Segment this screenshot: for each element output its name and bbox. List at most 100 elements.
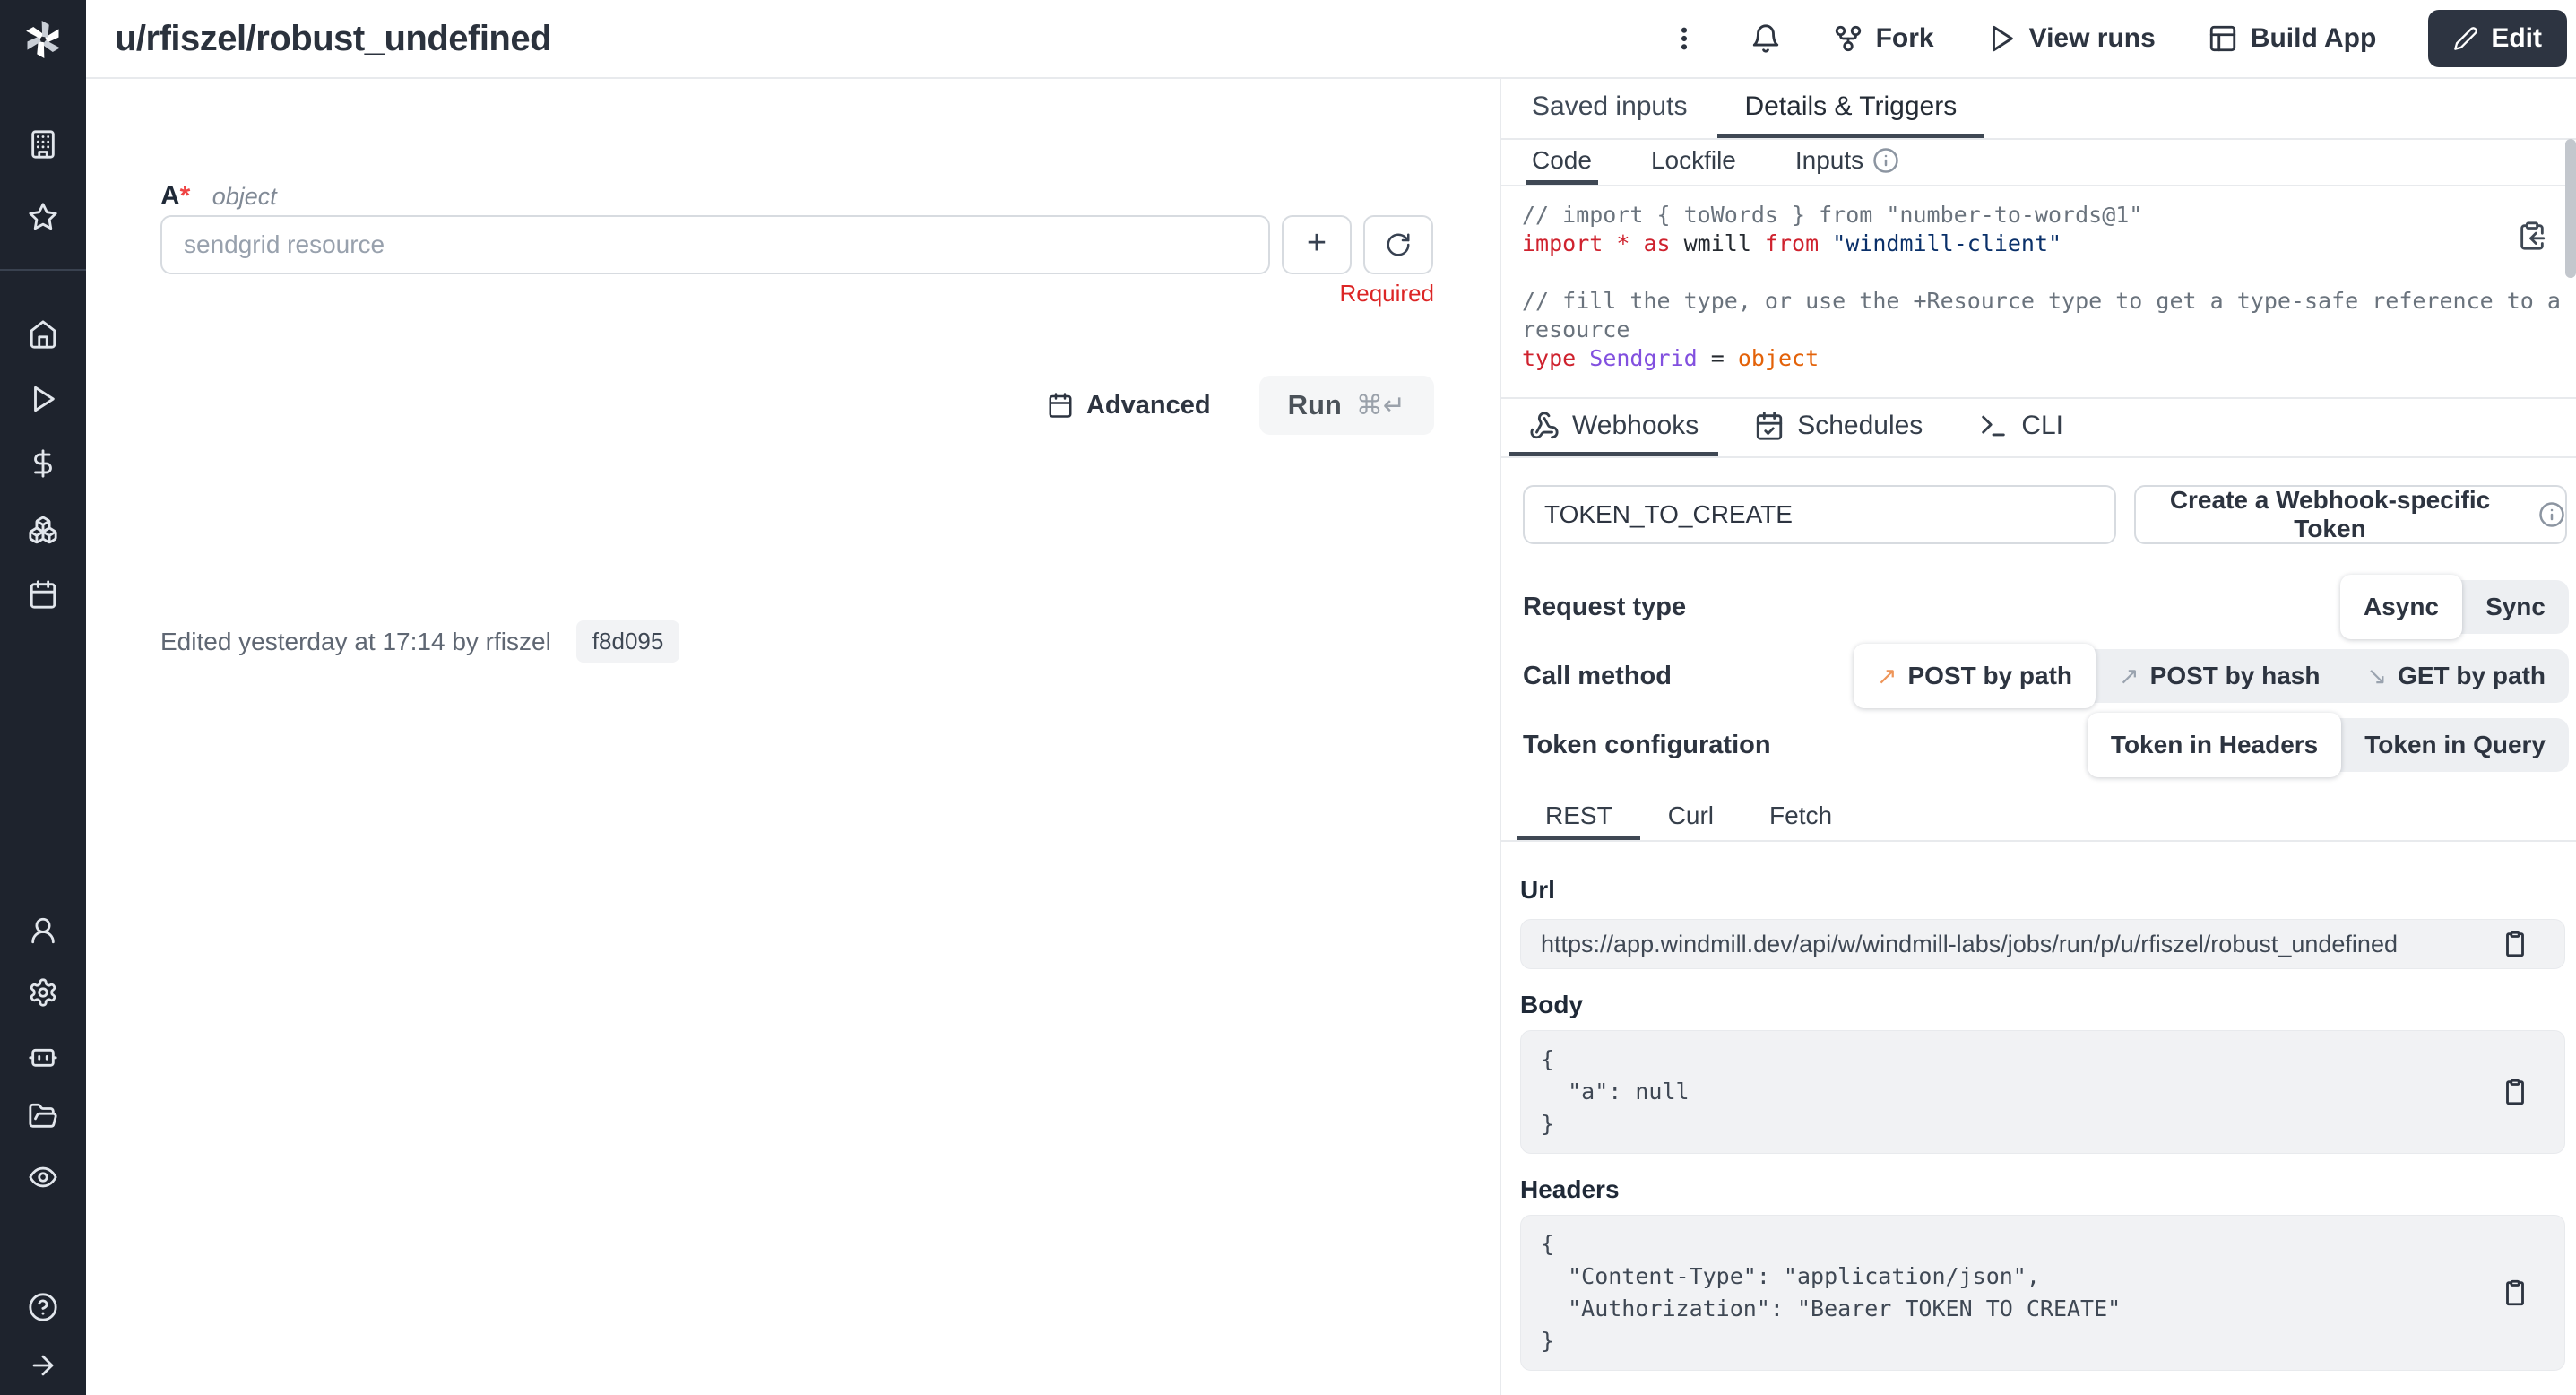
option-sync[interactable]: Sync bbox=[2462, 580, 2569, 634]
required-star: * bbox=[180, 181, 191, 211]
sidebar-item-audit[interactable] bbox=[28, 1162, 58, 1192]
user-icon bbox=[28, 915, 58, 946]
edited-row: Edited yesterday at 17:14 by rfiszel f8d… bbox=[160, 620, 679, 663]
tab-lockfile[interactable]: Lockfile bbox=[1645, 140, 1742, 185]
sidebar-item-workers[interactable] bbox=[28, 1040, 58, 1070]
sidebar-item-folders[interactable] bbox=[28, 1101, 58, 1131]
tab-webhooks[interactable]: Webhooks bbox=[1509, 399, 1718, 456]
advanced-button[interactable]: Advanced bbox=[1047, 391, 1211, 420]
tab-inputs[interactable]: Inputs bbox=[1789, 140, 1906, 185]
buildings-icon bbox=[28, 129, 58, 160]
sidebar-item-settings[interactable] bbox=[28, 977, 58, 1008]
headers-box: { "Content-Type": "application/json", "A… bbox=[1520, 1215, 2565, 1371]
field-name: A bbox=[160, 181, 180, 211]
schedules-label: Schedules bbox=[1797, 411, 1923, 441]
webhooks-label: Webhooks bbox=[1572, 411, 1699, 441]
sidebar-item-variables[interactable] bbox=[28, 448, 58, 479]
view-runs-button[interactable]: View runs bbox=[1986, 23, 2156, 54]
run-label: Run bbox=[1288, 389, 1342, 421]
run-button[interactable]: Run ⌘↵ bbox=[1259, 376, 1434, 435]
copy-url-icon[interactable] bbox=[2500, 929, 2530, 959]
gear-icon bbox=[28, 977, 58, 1008]
windmill-logo-icon[interactable] bbox=[18, 14, 68, 65]
page-title: u/rfiszel/robust_undefined bbox=[115, 19, 551, 59]
topbar: u/rfiszel/robust_undefined Fork View run… bbox=[86, 0, 2576, 79]
add-resource-button[interactable]: + bbox=[1282, 215, 1352, 274]
refresh-icon bbox=[1385, 231, 1412, 258]
token-input[interactable] bbox=[1523, 485, 2116, 544]
info-icon[interactable] bbox=[2538, 501, 2565, 528]
edit-button[interactable]: Edit bbox=[2428, 10, 2567, 67]
url-label: Url bbox=[1520, 876, 2576, 905]
run-form: A* object + Required Advanced Run ⌘↵ Edi… bbox=[86, 81, 1500, 1395]
sidebar-item-collapse[interactable] bbox=[28, 1350, 58, 1381]
tab-rest[interactable]: REST bbox=[1517, 795, 1640, 840]
bell-icon[interactable] bbox=[1750, 23, 1781, 54]
panel-scrollbar[interactable] bbox=[2565, 139, 2576, 278]
body-box: { "a": null } bbox=[1520, 1030, 2565, 1154]
option-token-in-query[interactable]: Token in Query bbox=[2341, 718, 2569, 772]
tab-saved-inputs[interactable]: Saved inputs bbox=[1505, 79, 1714, 138]
token-config-label: Token configuration bbox=[1523, 731, 1771, 760]
view-runs-label: View runs bbox=[2029, 23, 2156, 54]
sidebar-item-schedules[interactable] bbox=[28, 579, 58, 610]
tab-cli[interactable]: CLI bbox=[1958, 399, 2083, 456]
token-config-row: Token configuration Token in Headers Tok… bbox=[1523, 713, 2569, 777]
headers-label: Headers bbox=[1520, 1175, 2576, 1204]
tab-schedules[interactable]: Schedules bbox=[1734, 399, 1942, 456]
more-vertical-icon[interactable] bbox=[1670, 24, 1699, 53]
git-fork-icon bbox=[1833, 23, 1863, 54]
headers-line: "Content-Type": "application/json", bbox=[1541, 1261, 2545, 1293]
copy-code-icon[interactable] bbox=[2517, 221, 2547, 251]
tab-code[interactable]: Code bbox=[1526, 140, 1598, 185]
tab-curl[interactable]: Curl bbox=[1640, 795, 1742, 840]
option-post-by-hash[interactable]: ↗ POST by hash bbox=[2096, 649, 2343, 703]
sidebar-item-workspace[interactable] bbox=[28, 129, 58, 160]
tab-fetch[interactable]: Fetch bbox=[1742, 795, 1860, 840]
details-panel: Saved inputs Details & Triggers Code Loc… bbox=[1500, 79, 2576, 1395]
edited-text: Edited yesterday at 17:14 by rfiszel bbox=[160, 628, 551, 656]
tab-inputs-label: Inputs bbox=[1795, 146, 1863, 175]
call-method-row: Call method ↗ POST by path ↗ POST by has… bbox=[1523, 644, 2569, 708]
build-app-button[interactable]: Build App bbox=[2208, 23, 2377, 54]
field-type: object bbox=[212, 183, 277, 210]
request-type-row: Request type Async Sync bbox=[1523, 575, 2569, 639]
calendar-icon bbox=[28, 579, 58, 610]
sidebar-item-runs[interactable] bbox=[28, 384, 58, 414]
sidebar-item-favorites[interactable] bbox=[28, 202, 58, 232]
topbar-actions: Fork View runs Build App Edit bbox=[1670, 10, 2567, 67]
required-message: Required bbox=[160, 280, 1434, 308]
hash-badge[interactable]: f8d095 bbox=[576, 620, 680, 663]
field-label: A* object bbox=[160, 181, 277, 212]
sidebar-item-users[interactable] bbox=[28, 915, 58, 946]
create-webhook-token-button[interactable]: Create a Webhook-specific Token bbox=[2134, 485, 2567, 544]
cmd-return-shortcut: ⌘↵ bbox=[1356, 390, 1405, 421]
option-get-by-path[interactable]: ↘ GET by path bbox=[2343, 649, 2569, 703]
code-tabs: Code Lockfile Inputs bbox=[1501, 140, 2576, 186]
form-actions: Advanced Run ⌘↵ bbox=[160, 376, 1434, 435]
headers-line: } bbox=[1541, 1325, 2545, 1357]
copy-headers-icon[interactable] bbox=[2500, 1278, 2530, 1308]
refresh-button[interactable] bbox=[1363, 215, 1433, 274]
fork-button[interactable]: Fork bbox=[1833, 23, 1934, 54]
sidebar-item-resources[interactable] bbox=[28, 515, 58, 545]
option-post-by-path[interactable]: ↗ POST by path bbox=[1854, 644, 2096, 708]
get-by-path-label: GET by path bbox=[2398, 662, 2546, 690]
sidebar-item-help[interactable] bbox=[28, 1292, 58, 1322]
option-token-in-headers[interactable]: Token in Headers bbox=[2088, 713, 2341, 777]
option-async[interactable]: Async bbox=[2340, 575, 2462, 639]
create-token-label: Create a Webhook-specific Token bbox=[2136, 486, 2524, 543]
info-icon[interactable] bbox=[1872, 147, 1899, 174]
argument-input-row: + bbox=[160, 215, 1434, 274]
arrow-right-icon bbox=[28, 1350, 58, 1381]
request-type-toggle: Async Sync bbox=[2340, 580, 2569, 634]
rest-tabs: REST Curl Fetch bbox=[1501, 795, 2576, 842]
request-type-label: Request type bbox=[1523, 593, 1686, 622]
tab-details-triggers[interactable]: Details & Triggers bbox=[1717, 79, 1984, 138]
sidebar-item-home[interactable] bbox=[28, 319, 58, 350]
copy-body-icon[interactable] bbox=[2500, 1077, 2530, 1107]
resource-input[interactable] bbox=[160, 215, 1270, 274]
body-line: { bbox=[1541, 1044, 2545, 1076]
sidebar bbox=[0, 0, 86, 1395]
call-method-toggle: ↗ POST by path ↗ POST by hash ↘ GET by p… bbox=[1854, 649, 2569, 703]
